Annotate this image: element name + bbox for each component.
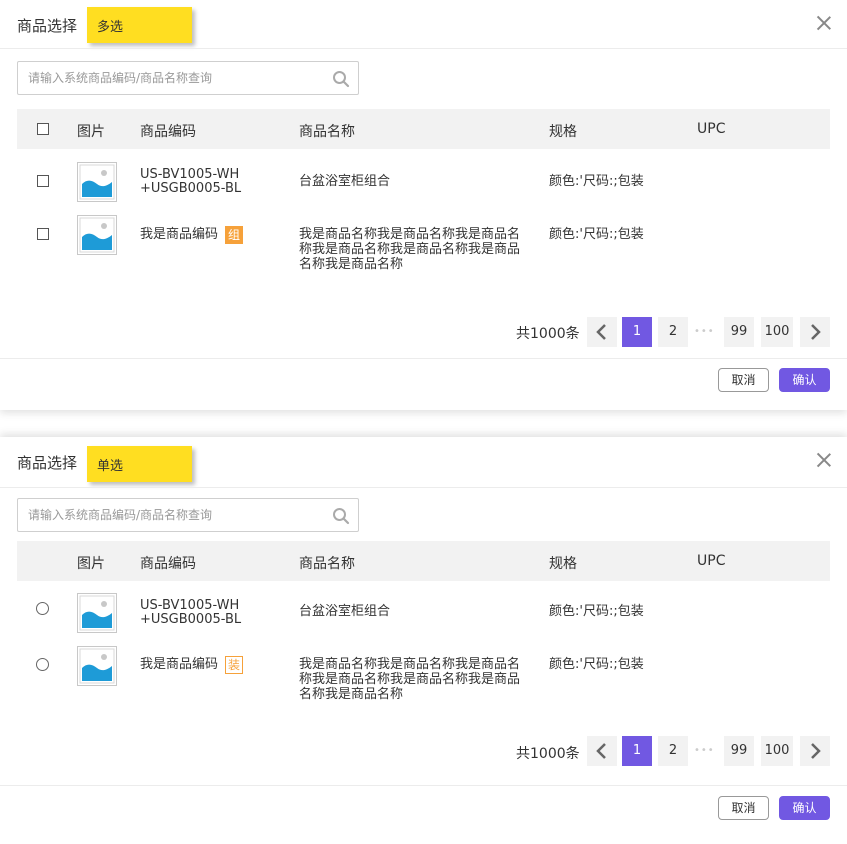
column-image: 图片 [77, 124, 105, 140]
chevron-left-icon [596, 324, 606, 340]
column-name: 商品名称 [299, 124, 355, 140]
search-icon[interactable] [332, 507, 350, 525]
column-name: 商品名称 [299, 556, 355, 572]
column-code: 商品编码 [140, 556, 196, 572]
annotation-note-text: 单选 [97, 459, 124, 474]
column-image: 图片 [77, 556, 105, 572]
total-count: 共1000条 [516, 326, 580, 342]
product-name-line2: 称我是商品名称我是商品名称我是商品 [299, 242, 521, 257]
table-header: 图片 商品编码 商品名称 规格 UPC [17, 541, 830, 581]
next-page-button[interactable] [800, 317, 830, 347]
close-icon[interactable] [817, 16, 831, 30]
chevron-right-icon [811, 743, 821, 759]
row-checkbox[interactable] [37, 228, 49, 240]
product-image-placeholder-icon [77, 215, 117, 255]
product-spec: 颜色:'尺码:;包装 [549, 604, 644, 619]
column-spec: 规格 [549, 124, 577, 140]
header-divider [0, 487, 847, 488]
product-code-line2: +USGB0005-BL [140, 181, 242, 196]
annotation-note-text: 多选 [97, 20, 124, 35]
footer-divider [0, 785, 847, 786]
table-header: 图片 商品编码 商品名称 规格 UPC [17, 109, 830, 149]
page-99-button[interactable]: 99 [724, 317, 754, 347]
product-spec: 颜色:'尺码:;包装 [549, 174, 644, 189]
product-spec: 颜色:'尺码:;包装 [549, 657, 644, 672]
page-2-button[interactable]: 2 [658, 317, 688, 347]
dialog-title: 商品选择 [17, 454, 78, 472]
column-spec: 规格 [549, 556, 577, 572]
page-100-button[interactable]: 100 [761, 317, 793, 347]
search-icon[interactable] [332, 70, 350, 88]
product-code-line2: +USGB0005-BL [140, 612, 242, 627]
column-upc: UPC [697, 121, 726, 137]
cancel-button[interactable]: 取消 [718, 796, 769, 820]
product-name: 我是商品名称我是商品名称我是商品名 [299, 657, 521, 672]
search-input[interactable] [28, 499, 328, 531]
page-ellipsis[interactable]: ••• [694, 326, 715, 337]
product-name-line2: 称我是商品名称我是商品名称我是商品 [299, 672, 521, 687]
product-image-placeholder-icon [77, 593, 117, 633]
combo-badge: 组 [225, 226, 243, 244]
prev-page-button[interactable] [587, 317, 617, 347]
product-select-dialog-single: 商品选择 单选 图片 商品编码 商品名称 规格 UPC US-BV1005-WH… [0, 437, 847, 844]
product-name: 台盆浴室柜组合 [299, 174, 391, 189]
page-ellipsis[interactable]: ••• [694, 745, 715, 756]
product-select-dialog-multi: 商品选择 多选 图片 商品编码 商品名称 规格 UPC US-BV1005-WH… [0, 0, 847, 410]
product-image-placeholder-icon [77, 162, 117, 202]
close-icon[interactable] [817, 453, 831, 467]
package-badge: 装 [225, 656, 243, 674]
column-code: 商品编码 [140, 124, 196, 140]
prev-page-button[interactable] [587, 736, 617, 766]
row-radio[interactable] [36, 658, 49, 671]
product-name-line3: 名称我是商品名称 [299, 687, 404, 702]
column-upc: UPC [697, 553, 726, 569]
annotation-note: 单选 [87, 446, 192, 482]
page-1-button[interactable]: 1 [622, 736, 652, 766]
row-checkbox[interactable] [37, 175, 49, 187]
cancel-button[interactable]: 取消 [718, 368, 769, 392]
product-code: 我是商品编码 [140, 227, 219, 242]
chevron-right-icon [811, 324, 821, 340]
page-100-button[interactable]: 100 [761, 736, 793, 766]
search-box [17, 498, 359, 532]
product-name: 台盆浴室柜组合 [299, 604, 391, 619]
page-99-button[interactable]: 99 [724, 736, 754, 766]
product-spec: 颜色:'尺码:;包装 [549, 227, 644, 242]
product-name-line3: 名称我是商品名称 [299, 257, 404, 272]
confirm-button[interactable]: 确认 [779, 796, 830, 820]
header-divider [0, 48, 847, 49]
search-input[interactable] [28, 62, 328, 94]
search-box [17, 61, 359, 95]
footer-divider [0, 358, 847, 359]
product-code: US-BV1005-WH [140, 167, 240, 182]
confirm-button[interactable]: 确认 [779, 368, 830, 392]
product-code: US-BV1005-WH [140, 598, 240, 613]
total-count: 共1000条 [516, 746, 580, 762]
product-name: 我是商品名称我是商品名称我是商品名 [299, 227, 521, 242]
chevron-left-icon [596, 743, 606, 759]
annotation-note: 多选 [87, 7, 192, 43]
product-image-placeholder-icon [77, 646, 117, 686]
page-2-button[interactable]: 2 [658, 736, 688, 766]
next-page-button[interactable] [800, 736, 830, 766]
product-code: 我是商品编码 [140, 657, 219, 672]
dialog-title: 商品选择 [17, 17, 78, 35]
select-all-checkbox[interactable] [37, 123, 49, 135]
row-radio[interactable] [36, 602, 49, 615]
page-1-button[interactable]: 1 [622, 317, 652, 347]
